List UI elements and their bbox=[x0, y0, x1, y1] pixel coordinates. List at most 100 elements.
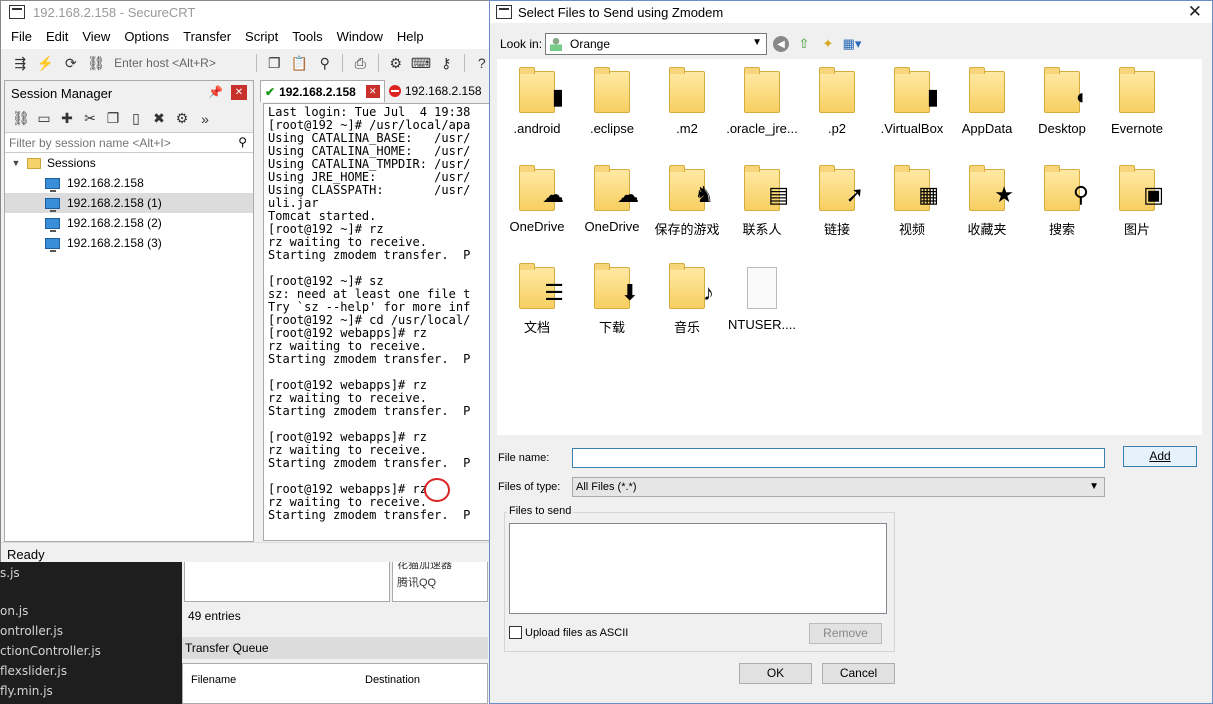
file-item[interactable]: .eclipse bbox=[574, 67, 650, 136]
folder-overlay-icon: ◐ bbox=[1075, 84, 1089, 109]
session-filter-input[interactable] bbox=[9, 135, 229, 150]
up-folder-icon[interactable]: ⇧ bbox=[795, 35, 813, 53]
reconnect-icon[interactable]: ⟳ bbox=[64, 55, 79, 71]
tab-session[interactable]: 192.168.2.158 bbox=[385, 80, 486, 102]
settings-gear-icon[interactable]: ⚙ bbox=[388, 55, 403, 71]
file-item[interactable]: .p2 bbox=[799, 67, 875, 136]
file-item[interactable]: ♞ 保存的游戏 bbox=[649, 165, 725, 238]
file-item[interactable]: .m2 bbox=[649, 67, 725, 136]
new-session-icon[interactable]: ✚ bbox=[59, 110, 75, 127]
folder-icon: ▤ bbox=[744, 165, 789, 211]
file-item[interactable]: Evernote bbox=[1099, 67, 1175, 136]
keymap-icon[interactable]: ⌨ bbox=[411, 55, 431, 71]
paste-icon[interactable]: ▯ bbox=[128, 110, 144, 127]
file-name: .eclipse bbox=[589, 121, 635, 136]
file-item[interactable]: ♪ 音乐 bbox=[649, 263, 725, 336]
file-item[interactable]: ▮ .android bbox=[499, 67, 575, 136]
file-item[interactable]: ⚲ 搜索 bbox=[1024, 165, 1100, 238]
menu-help[interactable]: Help bbox=[397, 29, 424, 44]
file-type-dropdown[interactable]: All Files (*.*) ▼ bbox=[572, 477, 1105, 497]
file-item[interactable]: ▮ .VirtualBox bbox=[874, 67, 950, 136]
column-header-filename[interactable]: Filename bbox=[191, 674, 236, 686]
close-icon[interactable]: ✕ bbox=[1188, 2, 1202, 22]
paste-icon[interactable]: 📋 bbox=[291, 55, 308, 71]
new-folder-icon[interactable]: ✦ bbox=[819, 35, 837, 53]
tab-close-icon[interactable]: ✕ bbox=[365, 85, 380, 98]
entries-count: 49 entries bbox=[188, 609, 241, 623]
chevron-down-icon: ▼ bbox=[752, 37, 762, 48]
add-button[interactable]: Add bbox=[1123, 446, 1197, 467]
file-item[interactable]: ☰ 文档 bbox=[499, 263, 575, 336]
file-item[interactable]: ▤ 联系人 bbox=[724, 165, 800, 238]
tab-session-active[interactable]: ✔ 192.168.2.158 ✕ bbox=[260, 80, 385, 102]
print-icon[interactable]: ⎙ bbox=[353, 55, 368, 71]
help-icon[interactable]: ? bbox=[474, 55, 489, 71]
file-item[interactable]: ⬇ 下载 bbox=[574, 263, 650, 336]
remove-button[interactable]: Remove bbox=[809, 623, 882, 644]
folder-icon: ⚲ bbox=[1044, 165, 1089, 211]
cancel-button[interactable]: Cancel bbox=[822, 663, 895, 684]
menu-transfer[interactable]: Transfer bbox=[183, 29, 231, 44]
properties-gear-icon[interactable]: ⚙ bbox=[174, 110, 190, 127]
folder-icon bbox=[969, 67, 1005, 113]
menu-options[interactable]: Options bbox=[124, 29, 169, 44]
session-item-selected[interactable]: 192.168.2.158 (1) bbox=[5, 193, 253, 213]
folder-overlay-icon: ▦ bbox=[918, 182, 939, 207]
ok-button[interactable]: OK bbox=[739, 663, 812, 684]
tree-root-sessions[interactable]: ▼ Sessions bbox=[5, 153, 253, 173]
menu-script[interactable]: Script bbox=[245, 29, 278, 44]
copy-icon[interactable]: ❐ bbox=[267, 55, 282, 71]
securecrt-window: 192.168.2.158 - SecureCRT File Edit View… bbox=[0, 0, 490, 562]
session-item[interactable]: 192.168.2.158 (3) bbox=[5, 233, 253, 253]
connect-tab-icon[interactable]: ▭ bbox=[36, 110, 52, 127]
file-item[interactable]: .oracle_jre... bbox=[724, 67, 800, 136]
session-manager-close-button[interactable]: ✕ bbox=[231, 85, 247, 100]
upload-ascii-checkbox[interactable] bbox=[509, 626, 522, 639]
folder-overlay-icon: ☁ bbox=[542, 182, 564, 207]
file-item[interactable]: ☁ OneDrive bbox=[499, 165, 575, 234]
terminal-output[interactable]: Last login: Tue Jul 4 19:38 [root@192 ~]… bbox=[263, 103, 490, 541]
cut-icon[interactable]: ✂ bbox=[82, 110, 98, 127]
session-item[interactable]: 192.168.2.158 bbox=[5, 173, 253, 193]
view-menu-icon[interactable]: ▦▾ bbox=[843, 35, 862, 53]
file-item[interactable]: ◐ Desktop bbox=[1024, 67, 1100, 136]
editor-line: ontroller.js bbox=[0, 624, 63, 638]
file-item[interactable]: ▦ 视频 bbox=[874, 165, 950, 238]
link-icon[interactable]: ⛓ bbox=[87, 55, 105, 71]
look-in-dropdown[interactable]: Orange ▼ bbox=[545, 33, 767, 55]
back-arrow-icon[interactable]: ◀ bbox=[773, 36, 789, 52]
pin-icon[interactable]: 📌 bbox=[208, 85, 223, 99]
connect-bar-icon[interactable]: ⇶ bbox=[13, 55, 28, 71]
delete-icon[interactable]: ✖ bbox=[151, 110, 167, 127]
file-name-input[interactable] bbox=[572, 448, 1105, 468]
file-item[interactable]: AppData bbox=[949, 67, 1025, 136]
quick-connect-icon[interactable]: ⚡ bbox=[37, 55, 54, 71]
file-item[interactable]: NTUSER.... bbox=[724, 267, 800, 332]
column-header-destination[interactable]: Destination bbox=[365, 674, 420, 686]
files-to-send-list[interactable] bbox=[509, 523, 887, 614]
menu-view[interactable]: View bbox=[82, 29, 110, 44]
menu-edit[interactable]: Edit bbox=[46, 29, 68, 44]
menu-tools[interactable]: Tools bbox=[292, 29, 322, 44]
file-name-row: File name: bbox=[498, 448, 1105, 468]
file-name: 下载 bbox=[598, 320, 625, 335]
folder-icon: ☁ bbox=[519, 165, 564, 211]
find-icon[interactable]: ⚲ bbox=[318, 55, 333, 71]
more-chevron-icon[interactable]: » bbox=[197, 111, 213, 127]
upload-ascii-option[interactable]: Upload files as ASCII bbox=[509, 626, 628, 639]
file-icon bbox=[747, 267, 777, 309]
crt-title-bar: 192.168.2.158 - SecureCRT bbox=[1, 1, 489, 23]
file-name: 搜索 bbox=[1048, 222, 1075, 237]
file-item[interactable]: ☁ OneDrive bbox=[574, 165, 650, 234]
host-input[interactable]: Enter host <Alt+R> bbox=[114, 56, 246, 70]
file-item[interactable]: ➚ 链接 bbox=[799, 165, 875, 238]
file-item[interactable]: ▣ 图片 bbox=[1099, 165, 1175, 238]
menu-window[interactable]: Window bbox=[337, 29, 383, 44]
key-icon[interactable]: ⚷ bbox=[439, 55, 454, 71]
menu-file[interactable]: File bbox=[11, 29, 32, 44]
session-item[interactable]: 192.168.2.158 (2) bbox=[5, 213, 253, 233]
connect-link-icon[interactable]: ⛓ bbox=[12, 110, 30, 127]
chevron-down-icon[interactable]: ▼ bbox=[9, 158, 23, 168]
copy-icon[interactable]: ❐ bbox=[105, 110, 121, 127]
file-item[interactable]: ★ 收藏夹 bbox=[949, 165, 1025, 238]
